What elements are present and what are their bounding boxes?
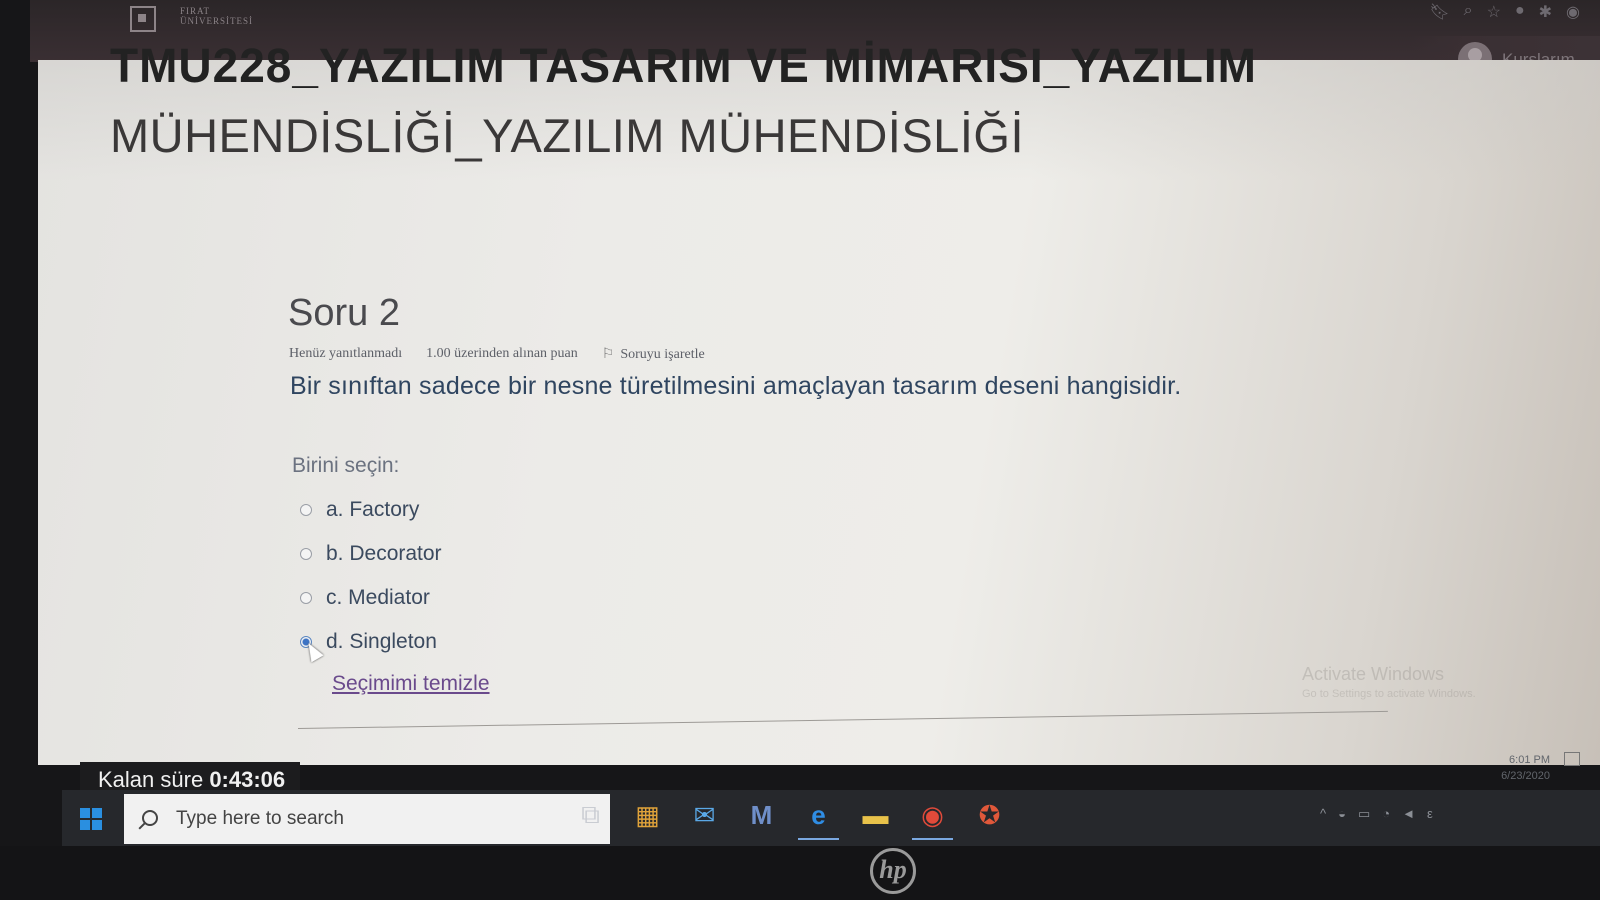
browser-toolbar-icons: 🔖︎ ⌕ ☆ ● ✱ ◉ bbox=[1429, 2, 1580, 22]
option-b-label[interactable]: b. Decorator bbox=[326, 542, 442, 566]
language-icon[interactable]: ε bbox=[1427, 806, 1433, 822]
battery-icon[interactable]: ▭ bbox=[1358, 806, 1370, 822]
timer-label: Kalan süre bbox=[98, 767, 204, 792]
option-c-radio[interactable] bbox=[300, 592, 312, 604]
flag-question-label[interactable]: Soruyu işaretle bbox=[620, 347, 704, 362]
question-status: Henüz yanıtlanmadı bbox=[289, 346, 403, 361]
course-title-line2: MÜHENDİSLİĞİ_YAZILIM MÜHENDİSLİĞİ bbox=[110, 109, 1024, 162]
quiz-page: TMU228_YAZILIM TASARIM VE MİMARISI_YAZIL… bbox=[38, 38, 1600, 765]
timer-value: 0:43:06 bbox=[209, 767, 286, 792]
windows-taskbar: Type here to search ⧉ ▦ ✉ M e ▬ ◉ ✪ ^ ◒ … bbox=[62, 752, 1600, 846]
system-tray: ^ ◒ ▭ ◔ ◄ ε 6:01 PM 6/23/2020 bbox=[1320, 752, 1580, 840]
zoom-icon[interactable]: ⌕ bbox=[1464, 2, 1473, 22]
course-title-line1: TMU228_YAZILIM TASARIM VE MİMARISI_YAZIL… bbox=[110, 37, 1257, 93]
notification-icon[interactable] bbox=[1564, 752, 1580, 766]
chrome-icon[interactable]: ◉ bbox=[904, 790, 961, 840]
taskbar-search-box[interactable]: Type here to search bbox=[124, 794, 610, 844]
clear-choice-link[interactable]: Seçimimi temizle bbox=[332, 672, 490, 696]
hp-logo: hp bbox=[870, 848, 916, 894]
flag-question-link[interactable]: ⚐ Soruyu işaretle bbox=[602, 346, 705, 363]
search-placeholder[interactable]: Type here to search bbox=[176, 808, 344, 830]
m-app-icon[interactable]: M bbox=[733, 790, 790, 840]
option-b-radio[interactable] bbox=[300, 548, 312, 560]
activate-windows-watermark: Activate Windows bbox=[1302, 664, 1445, 684]
divider bbox=[297, 710, 1388, 729]
option-b[interactable]: b. Decorator bbox=[300, 532, 442, 576]
search-icon bbox=[142, 810, 158, 826]
edge-icon[interactable]: e bbox=[790, 790, 847, 840]
option-d-label[interactable]: d. Singleton bbox=[326, 630, 437, 654]
start-button[interactable] bbox=[80, 808, 102, 830]
clock-date: 6/23/2020 bbox=[1501, 770, 1550, 782]
logo-text-line2: ÜNİVERSİTESİ bbox=[180, 16, 253, 26]
option-c[interactable]: c. Mediator bbox=[300, 576, 442, 620]
university-logo-text: FIRAT ÜNİVERSİTESİ bbox=[180, 6, 253, 26]
university-logo-icon[interactable] bbox=[130, 6, 156, 32]
option-a-label[interactable]: a. Factory bbox=[326, 498, 419, 522]
wifi-icon[interactable]: ◔ bbox=[1382, 806, 1390, 822]
clock-time: 6:01 PM bbox=[1509, 754, 1550, 766]
question-info: Henüz yanıtlanmadı 1.00 üzerinden alınan… bbox=[289, 346, 705, 363]
extension-icon[interactable]: ● bbox=[1515, 2, 1525, 22]
store-icon[interactable]: ▦ bbox=[619, 790, 676, 840]
network-icon[interactable]: ◒ bbox=[1338, 806, 1346, 822]
answer-prompt: Birini seçin: bbox=[292, 454, 400, 477]
puzzle-icon[interactable]: ✱ bbox=[1539, 2, 1552, 22]
question-points: 1.00 üzerinden alınan puan bbox=[426, 346, 578, 361]
star-icon[interactable]: ☆ bbox=[1487, 2, 1501, 22]
task-view-icon[interactable]: ⧉ bbox=[562, 790, 619, 840]
profile-icon[interactable]: ◉ bbox=[1566, 2, 1580, 22]
taskbar-clock[interactable]: 6:01 PM 6/23/2020 bbox=[1501, 752, 1550, 784]
option-d[interactable]: d. Singleton bbox=[300, 620, 442, 664]
autocad-icon[interactable]: ✪ bbox=[961, 790, 1018, 840]
chevron-up-icon[interactable]: ^ bbox=[1320, 806, 1326, 822]
question-text: Bir sınıftan sadece bir nesne türetilmes… bbox=[290, 372, 1182, 400]
tray-icons: ^ ◒ ▭ ◔ ◄ ε bbox=[1320, 806, 1433, 822]
logo-text-line1: FIRAT bbox=[180, 6, 211, 16]
flag-icon: ⚐ bbox=[601, 347, 615, 362]
bookmark-icon[interactable]: 🔖︎ bbox=[1429, 2, 1449, 22]
screen: FIRAT ÜNİVERSİTESİ 🔖︎ ⌕ ☆ ● ✱ ◉ Kursları… bbox=[0, 0, 1600, 900]
option-a-radio[interactable] bbox=[300, 504, 312, 516]
question-title: Soru 2 bbox=[288, 292, 400, 334]
mail-icon[interactable]: ✉ bbox=[676, 790, 733, 840]
volume-icon[interactable]: ◄ bbox=[1402, 806, 1415, 822]
file-explorer-icon[interactable]: ▬ bbox=[847, 790, 904, 840]
option-c-label[interactable]: c. Mediator bbox=[326, 586, 430, 610]
activate-windows-subtitle: Go to Settings to activate Windows. bbox=[1302, 688, 1476, 700]
monitor-bezel bbox=[0, 846, 1600, 900]
taskbar-apps: ⧉ ▦ ✉ M e ▬ ◉ ✪ bbox=[562, 790, 1018, 840]
option-a[interactable]: a. Factory bbox=[300, 488, 442, 532]
answer-options: a. Factory b. Decorator c. Mediator d. S… bbox=[300, 488, 442, 664]
